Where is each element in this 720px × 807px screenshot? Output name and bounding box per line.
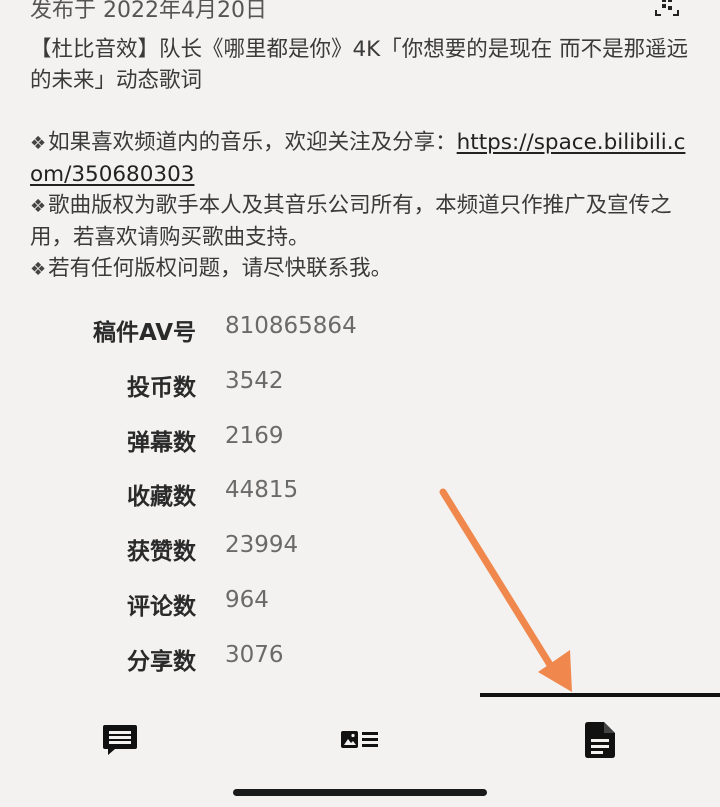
video-description: 【杜比音效】队长《哪里都是你》4K「你想要的是现在 而不是那遥远的未来」动态歌词…	[30, 34, 690, 285]
stat-value: 964	[225, 586, 269, 613]
description-title: 【杜比音效】队长《哪里都是你》4K「你想要的是现在 而不是那遥远的未来」动态歌词	[30, 37, 689, 93]
stat-row-danmaku: 弹幕数 2169	[0, 415, 720, 470]
stat-value: 44815	[225, 477, 299, 504]
contact-text: 若有任何版权问题，请尽快联系我。	[48, 256, 393, 281]
stat-row-av-number: 稿件AV号 810865864	[0, 305, 720, 360]
stat-label: 评论数	[127, 593, 196, 620]
stat-label: 收藏数	[127, 484, 196, 511]
stat-value: 810865864	[225, 313, 357, 339]
bullet-icon: ❖	[30, 196, 47, 217]
stat-label: 投币数	[127, 374, 196, 401]
stat-row-coins: 投币数 3542	[0, 360, 720, 415]
stat-value: 2169	[225, 422, 284, 449]
media-list-icon	[341, 730, 378, 748]
copyright-text: 歌曲版权为歌手本人及其音乐公司所有，本频道只作推广及宣传之用，若喜欢请购买歌曲支…	[30, 193, 672, 250]
stat-label: 分享数	[127, 648, 196, 675]
comment-icon	[103, 724, 137, 755]
tab-media[interactable]	[240, 697, 480, 782]
home-indicator[interactable]	[233, 789, 487, 796]
publish-date: 发布于 2022年4月20日	[30, 0, 267, 23]
stat-value: 3542	[225, 367, 284, 394]
description-line-copyright: ❖歌曲版权为歌手本人及其音乐公司所有，本频道只作推广及宣传之用，若喜欢请购买歌曲…	[30, 190, 690, 253]
document-icon	[585, 721, 615, 758]
bullet-icon: ❖	[30, 133, 47, 154]
description-line-contact: ❖若有任何版权问题，请尽快联系我。	[30, 253, 690, 285]
description-line-follow: ❖如果喜欢频道内的音乐，欢迎关注及分享：https://space.bilibi…	[30, 127, 690, 190]
stat-row-favorites: 收藏数 44815	[0, 469, 720, 524]
stat-value: 23994	[225, 532, 299, 559]
stat-label: 弹幕数	[127, 429, 196, 456]
stat-label: 稿件AV号	[92, 320, 196, 346]
bullet-icon: ❖	[30, 259, 47, 280]
follow-text: 如果喜欢频道内的音乐，欢迎关注及分享：	[48, 130, 457, 155]
stat-label: 获赞数	[127, 539, 196, 566]
stat-row-likes: 获赞数 23994	[0, 524, 720, 579]
qr-code-icon[interactable]	[654, 0, 680, 16]
tab-comments[interactable]	[0, 697, 240, 782]
bottom-tab-bar	[0, 697, 720, 782]
tab-details[interactable]	[480, 697, 720, 782]
stat-row-shares: 分享数 3076	[0, 634, 720, 689]
stat-row-comments: 评论数 964	[0, 579, 720, 634]
stat-value: 3076	[225, 641, 284, 668]
video-stats-table: 稿件AV号 810865864 投币数 3542 弹幕数 2169 收藏数 44…	[0, 305, 720, 689]
